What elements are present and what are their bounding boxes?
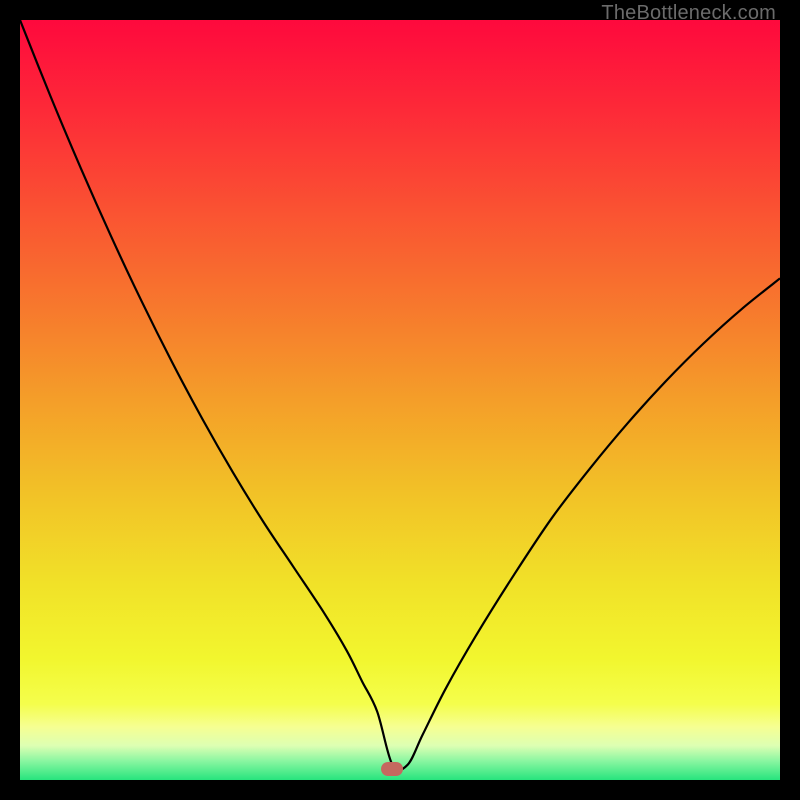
chart-frame: TheBottleneck.com [0,0,800,800]
bottleneck-curve [20,20,780,770]
minimum-marker [381,762,403,776]
plot-area [20,20,780,780]
curve-layer [20,20,780,780]
